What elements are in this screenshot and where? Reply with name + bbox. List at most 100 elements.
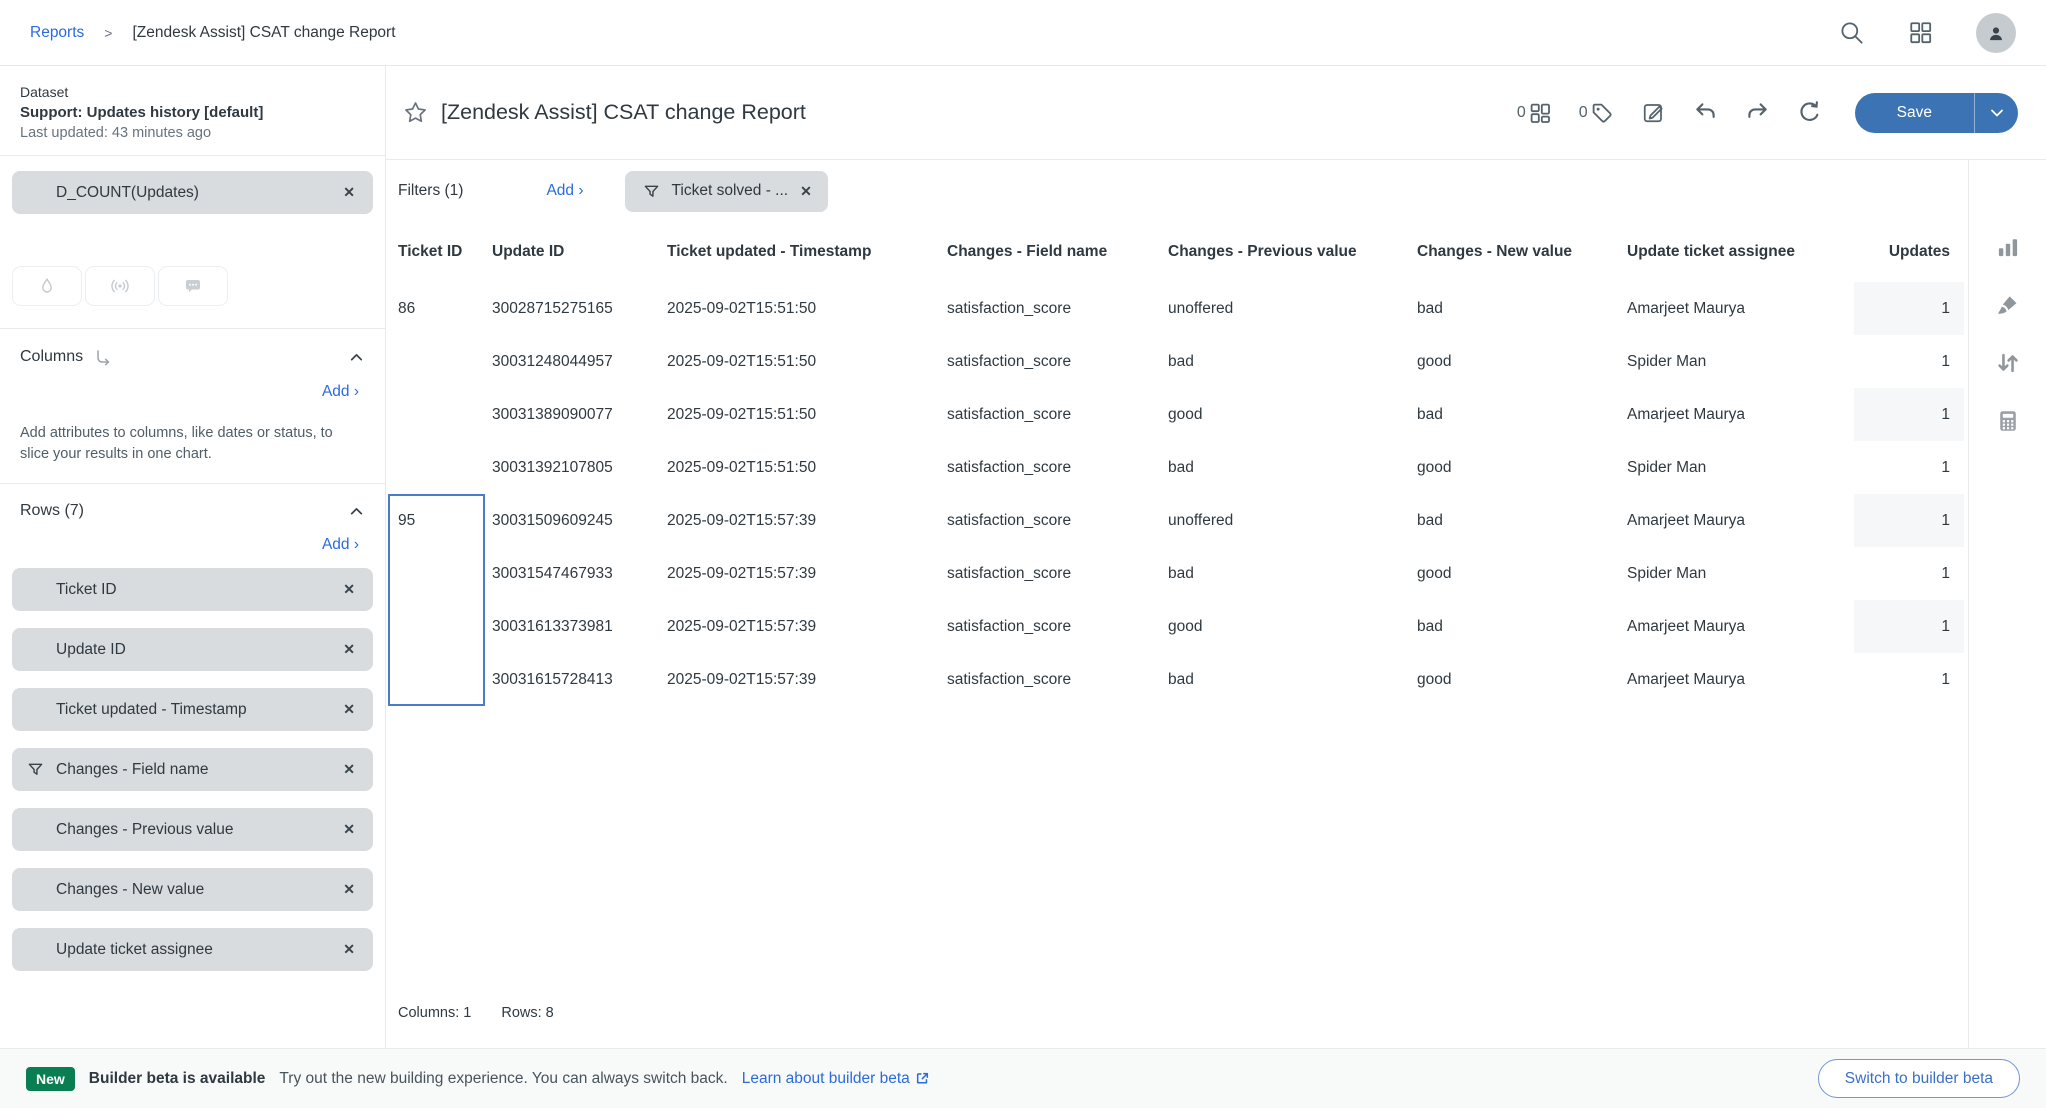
rows-add-link[interactable]: Add › [322,536,359,553]
comment-tool-button[interactable] [158,266,228,306]
row-attribute-chip[interactable]: Changes - New value ✕ [12,868,373,911]
table-cell[interactable] [398,600,492,653]
table-cell[interactable]: unoffered [1168,494,1417,547]
table-cell[interactable]: unoffered [1168,282,1417,335]
table-cell[interactable]: satisfaction_score [947,494,1168,547]
table-cell[interactable]: 1 [1854,335,1964,388]
column-header[interactable]: Ticket updated - Timestamp [667,243,947,261]
table-cell[interactable]: 30031615728413 [492,653,667,706]
table-cell[interactable]: bad [1417,494,1627,547]
remove-attribute-button[interactable]: ✕ [343,881,355,898]
learn-builder-beta-link[interactable]: Learn about builder beta [742,1070,930,1088]
droplet-tool-button[interactable] [12,266,82,306]
table-cell[interactable]: 30031613373981 [492,600,667,653]
remove-filter-button[interactable]: ✕ [800,183,812,200]
table-cell[interactable]: Amarjeet Maurya [1627,600,1854,653]
save-button[interactable]: Save [1855,93,1974,133]
sort-button[interactable] [1995,350,2021,376]
favorite-button[interactable] [402,99,429,126]
table-cell[interactable]: good [1168,388,1417,441]
table-cell[interactable]: bad [1168,441,1417,494]
remove-attribute-button[interactable]: ✕ [343,941,355,958]
table-cell[interactable]: bad [1168,547,1417,600]
remove-attribute-button[interactable]: ✕ [343,761,355,778]
table-cell[interactable]: good [1168,600,1417,653]
chart-type-button[interactable] [1995,234,2021,260]
row-attribute-chip[interactable]: Update ID ✕ [12,628,373,671]
remove-metric-button[interactable]: ✕ [343,184,355,201]
refresh-button[interactable] [1797,100,1822,125]
table-cell[interactable]: 30031248044957 [492,335,667,388]
user-avatar[interactable] [1976,13,2016,53]
table-cell[interactable]: satisfaction_score [947,547,1168,600]
table-cell[interactable]: Spider Man [1627,335,1854,388]
table-cell[interactable]: 1 [1854,600,1964,653]
table-cell[interactable] [398,441,492,494]
table-cell[interactable]: satisfaction_score [947,282,1168,335]
table-cell[interactable]: 30031389090077 [492,388,667,441]
table-cell[interactable]: 95 [398,494,492,547]
column-header[interactable]: Update ticket assignee [1627,243,1854,261]
table-cell[interactable]: 2025-09-02T15:57:39 [667,494,947,547]
table-cell[interactable]: satisfaction_score [947,441,1168,494]
table-cell[interactable]: good [1417,441,1627,494]
table-cell[interactable]: Amarjeet Maurya [1627,388,1854,441]
apps-grid-button[interactable] [1907,19,1934,46]
table-cell[interactable] [398,388,492,441]
undo-button[interactable] [1693,100,1718,125]
remove-attribute-button[interactable]: ✕ [343,581,355,598]
table-cell[interactable]: 1 [1854,547,1964,600]
table-cell[interactable]: 2025-09-02T15:51:50 [667,388,947,441]
table-cell[interactable] [398,335,492,388]
filter-chip[interactable]: Ticket solved - ... ✕ [625,171,828,212]
table-cell[interactable]: 30028715275165 [492,282,667,335]
column-header[interactable]: Ticket ID [398,243,492,261]
table-cell[interactable]: good [1417,653,1627,706]
remove-attribute-button[interactable]: ✕ [343,821,355,838]
table-cell[interactable]: 2025-09-02T15:51:50 [667,282,947,335]
table-cell[interactable]: satisfaction_score [947,653,1168,706]
row-attribute-chip[interactable]: Update ticket assignee ✕ [12,928,373,971]
row-attribute-chip[interactable]: Ticket ID ✕ [12,568,373,611]
remove-attribute-button[interactable]: ✕ [343,701,355,718]
table-cell[interactable]: 2025-09-02T15:57:39 [667,600,947,653]
table-cell[interactable]: 1 [1854,653,1964,706]
table-cell[interactable]: bad [1417,282,1627,335]
redo-button[interactable] [1745,100,1770,125]
switch-to-builder-beta-button[interactable]: Switch to builder beta [1818,1059,2020,1098]
row-attribute-chip[interactable]: Changes - Previous value ✕ [12,808,373,851]
table-cell[interactable]: bad [1168,653,1417,706]
table-cell[interactable]: 2025-09-02T15:57:39 [667,547,947,600]
search-button[interactable] [1838,19,1865,46]
row-attribute-chip[interactable]: Changes - Field name ✕ [12,748,373,791]
table-cell[interactable]: 2025-09-02T15:57:39 [667,653,947,706]
column-header[interactable]: Changes - Field name [947,243,1168,261]
table-cell[interactable]: good [1417,547,1627,600]
table-cell[interactable]: bad [1417,388,1627,441]
table-cell[interactable]: satisfaction_score [947,600,1168,653]
table-cell[interactable] [398,547,492,600]
table-cell[interactable] [398,653,492,706]
filters-add-link[interactable]: Add › [546,182,583,200]
table-cell[interactable]: Amarjeet Maurya [1627,282,1854,335]
table-cell[interactable]: Spider Man [1627,441,1854,494]
table-cell[interactable]: Spider Man [1627,547,1854,600]
broadcast-tool-button[interactable] [85,266,155,306]
column-header[interactable]: Changes - Previous value [1168,243,1417,261]
columns-add-link[interactable]: Add › [322,383,359,400]
table-cell[interactable]: Amarjeet Maurya [1627,494,1854,547]
table-cell[interactable]: 30031392107805 [492,441,667,494]
column-header[interactable]: Changes - New value [1417,243,1627,261]
metric-chip[interactable]: D_COUNT(Updates) ✕ [12,171,373,214]
table-cell[interactable]: 86 [398,282,492,335]
table-cell[interactable]: Amarjeet Maurya [1627,653,1854,706]
table-cell[interactable]: good [1417,335,1627,388]
column-header[interactable]: Update ID [492,243,667,261]
table-cell[interactable]: 2025-09-02T15:51:50 [667,441,947,494]
table-cell[interactable]: 30031547467933 [492,547,667,600]
calculations-button[interactable] [1995,408,2021,434]
column-header[interactable]: Updates [1854,243,1964,261]
dashboards-count-button[interactable]: 0 [1517,101,1552,125]
tags-count-button[interactable]: 0 [1579,101,1614,125]
remove-attribute-button[interactable]: ✕ [343,641,355,658]
